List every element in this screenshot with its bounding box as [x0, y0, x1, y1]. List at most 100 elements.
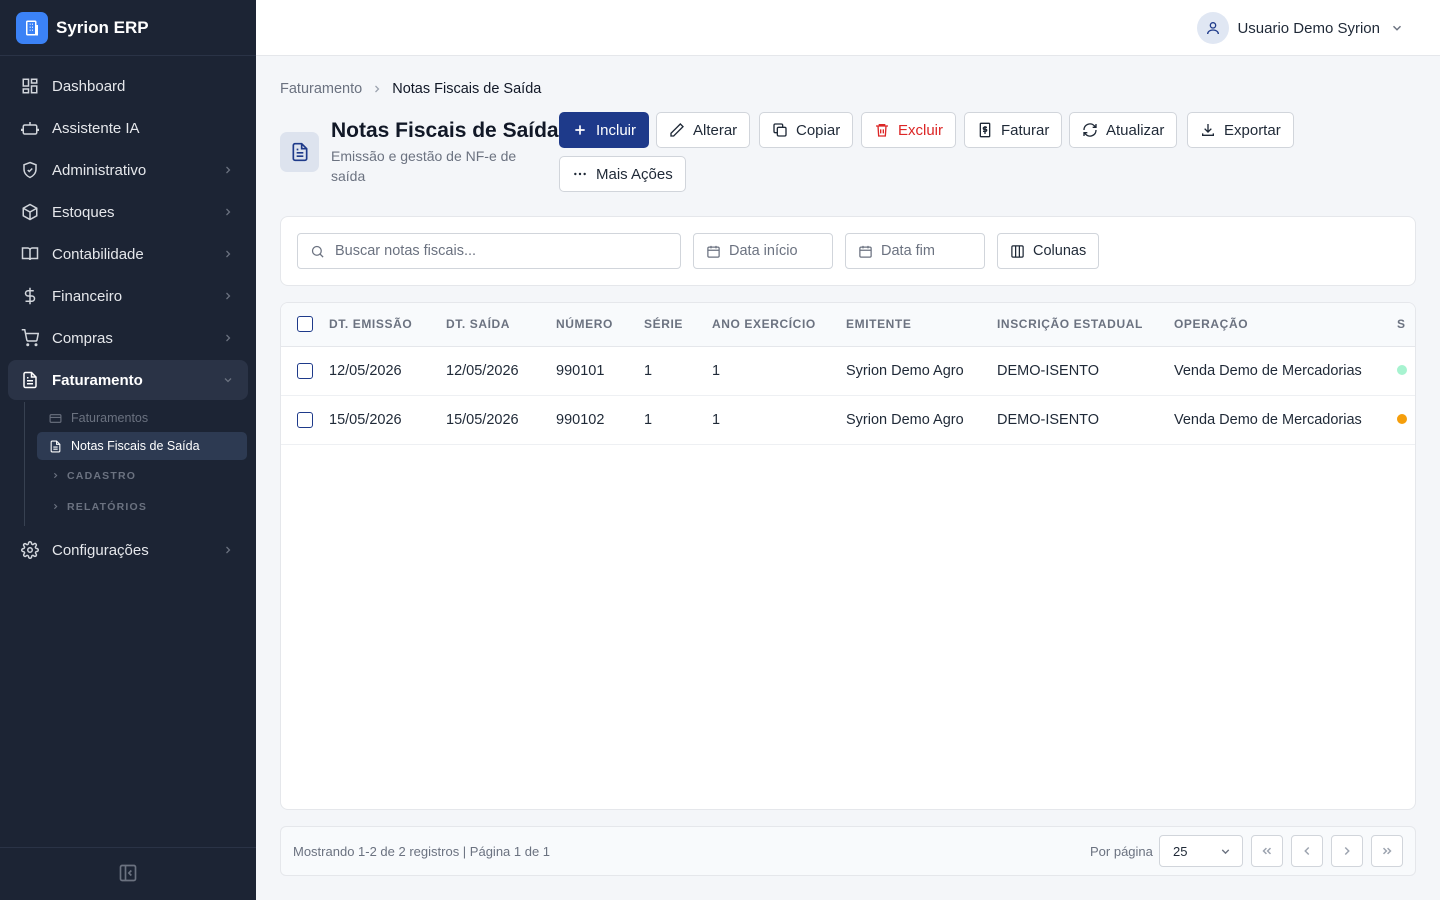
search-box	[297, 233, 681, 269]
select-all-checkbox[interactable]	[281, 303, 329, 346]
chevron-left-icon	[1300, 844, 1314, 858]
sidebar-item-compras[interactable]: Compras	[8, 318, 248, 358]
records-info: Mostrando 1-2 de 2 registros | Página 1 …	[293, 844, 551, 859]
date-start-field	[693, 233, 833, 269]
sidebar-subitem-label: Notas Fiscais de Saída	[71, 439, 200, 453]
sidebar-item-financeiro[interactable]: Financeiro	[8, 276, 248, 316]
sidebar-item-label: Dashboard	[52, 77, 126, 95]
page-subtitle: Emissão e gestão de NF-e de saída	[331, 148, 517, 184]
sidebar-group-relatorios[interactable]: RELATÓRIOS	[51, 491, 256, 522]
chevron-right-icon	[222, 205, 236, 219]
previous-page-button[interactable]	[1291, 835, 1323, 867]
building-icon	[16, 11, 48, 44]
column-header-inscricao-estadual[interactable]: INSCRIÇÃO ESTADUAL	[997, 303, 1174, 346]
refresh-icon	[1082, 122, 1098, 138]
user-menu[interactable]: Usuario Demo Syrion	[1197, 12, 1404, 44]
cell-operacao: Venda Demo de Mercadorias	[1174, 362, 1362, 379]
atualizar-label: Atualizar	[1106, 121, 1165, 139]
sidebar-item-label: Estoques	[52, 203, 115, 221]
column-header-serie[interactable]: SÉRIE	[644, 303, 712, 346]
status-dot	[1397, 364, 1407, 375]
package-icon	[20, 202, 40, 222]
row-checkbox[interactable]	[281, 395, 329, 444]
cell-status	[1397, 395, 1415, 444]
app-name: Syrion ERP	[56, 17, 149, 37]
sidebar-item-administrativo[interactable]: Administrativo	[8, 150, 248, 190]
cell-ano: 1	[712, 362, 721, 379]
sidebar-subitem-label: Faturamentos	[71, 411, 149, 425]
faturamento-submenu: Faturamentos Notas Fiscais de Saída CADA…	[24, 402, 256, 526]
cell-status	[1397, 346, 1415, 395]
atualizar-button[interactable]: Atualizar	[1069, 112, 1178, 148]
cell-serie: 1	[644, 411, 653, 428]
filter-bar: Colunas	[280, 216, 1416, 286]
per-page-select[interactable]: 25	[1159, 835, 1243, 867]
table-row[interactable]: 15/05/2026 15/05/2026 990102 1 1 Syrion …	[281, 395, 1415, 444]
chevron-right-icon	[222, 331, 236, 345]
columns-button[interactable]: Colunas	[997, 233, 1100, 269]
chevron-right-icon	[51, 471, 61, 480]
pencil-icon	[669, 122, 685, 138]
document-icon	[49, 440, 62, 453]
status-dot	[1397, 413, 1407, 424]
sidebar-item-faturamento[interactable]: Faturamento	[8, 360, 248, 400]
mais-acoes-button[interactable]: Mais Ações	[559, 156, 686, 192]
column-header-dt-emissao[interactable]: DT. EMISSÃO	[329, 303, 446, 346]
chevrons-right-icon	[1380, 844, 1394, 858]
cell-emitente: Syrion Demo Agro	[846, 362, 964, 379]
next-page-button[interactable]	[1331, 835, 1363, 867]
calendar-icon	[858, 244, 873, 259]
table-row[interactable]: 12/05/2026 12/05/2026 990101 1 1 Syrion …	[281, 346, 1415, 395]
sidebar-item-contabilidade[interactable]: Contabilidade	[8, 234, 248, 274]
more-horizontal-icon	[572, 166, 588, 182]
topbar: Usuario Demo Syrion	[256, 0, 1440, 56]
cell-dt-saida: 15/05/2026	[446, 411, 519, 428]
search-input[interactable]	[335, 243, 680, 259]
cell-ie: DEMO-ISENTO	[997, 362, 1100, 379]
chevron-right-icon	[222, 289, 236, 303]
user-name: Usuario Demo Syrion	[1237, 19, 1380, 37]
exportar-button[interactable]: Exportar	[1187, 112, 1294, 148]
shield-icon	[20, 160, 40, 180]
date-start-input[interactable]	[729, 243, 832, 259]
collapse-sidebar-button[interactable]	[0, 847, 256, 900]
cell-numero: 990102	[556, 411, 605, 428]
date-end-input[interactable]	[881, 243, 984, 259]
faturar-button[interactable]: Faturar	[964, 112, 1063, 148]
cell-serie: 1	[644, 362, 653, 379]
column-header-numero[interactable]: NÚMERO	[556, 303, 644, 346]
alterar-button[interactable]: Alterar	[656, 112, 751, 148]
dashboard-icon	[20, 76, 40, 96]
column-header-operacao[interactable]: OPERAÇÃO	[1174, 303, 1397, 346]
column-header-dt-saida[interactable]: DT. SAÍDA	[446, 303, 556, 346]
mais-acoes-label: Mais Ações	[596, 165, 673, 183]
faturar-label: Faturar	[1001, 121, 1050, 139]
brand[interactable]: Syrion ERP	[0, 0, 256, 56]
chevron-down-icon	[222, 373, 236, 387]
cell-operacao: Venda Demo de Mercadorias	[1174, 411, 1362, 428]
excluir-button[interactable]: Excluir	[861, 112, 957, 148]
document-icon	[280, 132, 319, 172]
sidebar-item-estoques[interactable]: Estoques	[8, 192, 248, 232]
sidebar-item-configuracoes[interactable]: Configurações	[8, 530, 248, 570]
chevron-right-icon	[222, 543, 236, 557]
page-title: Notas Fiscais de Saída	[331, 119, 559, 142]
exportar-label: Exportar	[1224, 121, 1281, 139]
column-header-emitente[interactable]: EMITENTE	[846, 303, 997, 346]
column-header-status[interactable]: S	[1397, 303, 1415, 346]
copiar-button[interactable]: Copiar	[759, 112, 854, 148]
last-page-button[interactable]	[1371, 835, 1403, 867]
incluir-button[interactable]: Incluir	[559, 112, 650, 148]
column-header-ano-exercicio[interactable]: ANO EXERCÍCIO	[712, 303, 846, 346]
breadcrumb-item-faturamento[interactable]: Faturamento	[280, 81, 362, 97]
sidebar-subitem-notas-fiscais-saida[interactable]: Notas Fiscais de Saída	[37, 432, 247, 460]
receipt-icon	[977, 122, 993, 138]
first-page-button[interactable]	[1251, 835, 1283, 867]
row-checkbox[interactable]	[281, 346, 329, 395]
sidebar-item-assistente-ia[interactable]: Assistente IA	[8, 108, 248, 148]
sidebar-item-label: Compras	[52, 329, 113, 347]
sidebar-group-cadastro[interactable]: CADASTRO	[51, 460, 256, 491]
sidebar-subitem-faturamentos[interactable]: Faturamentos	[37, 404, 247, 432]
sidebar-item-dashboard[interactable]: Dashboard	[8, 66, 248, 106]
search-icon	[310, 244, 325, 259]
